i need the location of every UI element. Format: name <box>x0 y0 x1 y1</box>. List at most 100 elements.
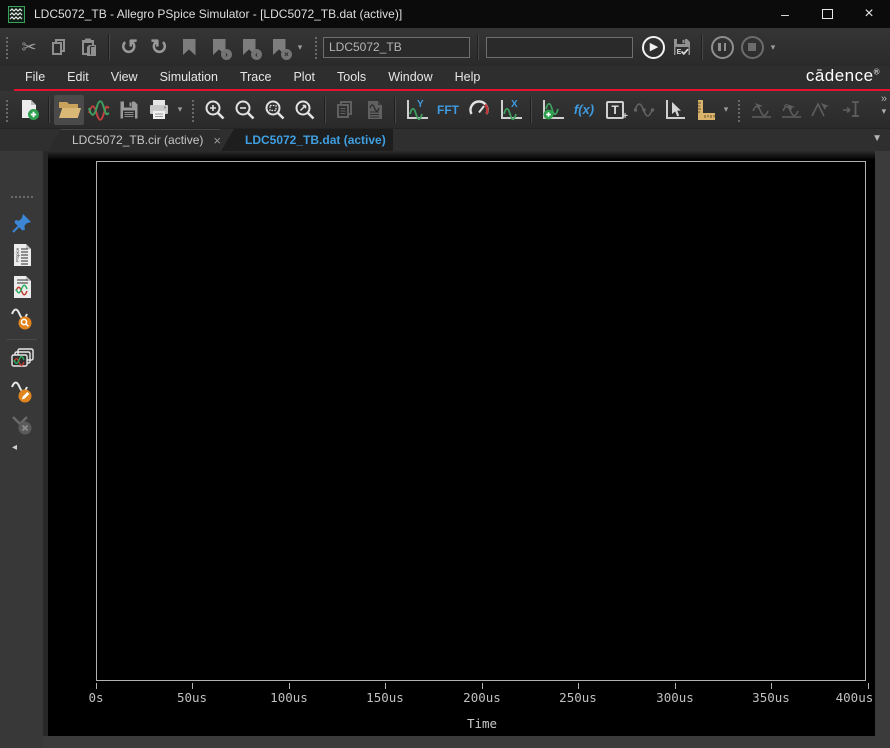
cursor-next-trace-button[interactable] <box>776 95 806 125</box>
toolbar-grip[interactable] <box>314 35 319 59</box>
chevron-down-icon: ▾ <box>771 42 776 53</box>
save-results-button[interactable]: E <box>667 32 697 62</box>
menu-file[interactable]: File <box>14 70 56 84</box>
clear-bookmarks-button[interactable]: × <box>264 32 294 62</box>
next-bookmark-button[interactable]: › <box>204 32 234 62</box>
cadence-logo: cādence® <box>806 66 880 86</box>
ruler-dropdown[interactable]: ▾ <box>720 104 732 115</box>
delete-trace-button[interactable] <box>7 410 37 438</box>
menu-view[interactable]: View <box>100 70 149 84</box>
minimize-button[interactable]: – <box>764 0 806 28</box>
select-cursor-button[interactable] <box>660 95 690 125</box>
cut-button[interactable]: ✂ <box>14 32 44 62</box>
toolbar-grip[interactable] <box>191 98 196 122</box>
zoom-area-button[interactable] <box>290 95 320 125</box>
toolbar-grip[interactable] <box>5 35 10 59</box>
undo-button[interactable]: ↺ <box>114 32 144 62</box>
document-tab-bar: LDC5072_TB.cir (active) × LDC5072_TB.dat… <box>0 129 890 151</box>
mark-data-points-button[interactable] <box>630 95 660 125</box>
collapse-icon: ◂ <box>12 442 17 453</box>
add-trace-button[interactable] <box>536 95 568 125</box>
toolbar-separator <box>108 34 110 60</box>
print-dropdown[interactable]: ▾ <box>174 104 186 115</box>
x-axis-label: 200us <box>463 690 501 705</box>
run-button[interactable]: ▶ <box>639 32 667 62</box>
waveforms-icon <box>87 98 111 122</box>
copy-button[interactable] <box>44 32 74 62</box>
save-button[interactable] <box>114 95 144 125</box>
new-file-button[interactable] <box>14 95 44 125</box>
cursor-trace-icon <box>749 98 773 122</box>
previous-bookmark-button[interactable]: ‹ <box>234 32 264 62</box>
simulation-file-button[interactable]: PSpice <box>7 241 37 269</box>
run-command-input[interactable] <box>486 37 633 58</box>
run-icon: ▶ <box>642 36 665 59</box>
plot-area[interactable] <box>96 161 866 681</box>
waveform-viewer: 0s 50us 100us 150us 200us 250us 300us 35… <box>48 151 875 736</box>
dotted-wave-icon <box>633 98 657 122</box>
pause-button[interactable] <box>707 32 737 62</box>
print-button[interactable] <box>144 95 174 125</box>
view-simulation-results-button[interactable] <box>84 95 114 125</box>
tab-close-icon[interactable]: × <box>396 134 404 147</box>
performance-analysis-button[interactable] <box>464 95 494 125</box>
toolbar-plot: ▾ <box>0 91 890 129</box>
tab-list-dropdown[interactable]: ▼ <box>872 133 882 144</box>
zoom-fit-button[interactable] <box>260 95 290 125</box>
open-file-button[interactable] <box>54 95 84 125</box>
toolbar-grip[interactable] <box>737 98 742 122</box>
x-axis-tick <box>96 683 97 689</box>
chevron-down-icon: ▾ <box>882 105 887 117</box>
copy-pages-button[interactable] <box>330 95 360 125</box>
stop-button[interactable] <box>737 32 767 62</box>
text-label-button[interactable]: T+ <box>600 95 630 125</box>
menu-trace[interactable]: Trace <box>229 70 283 84</box>
maximize-button[interactable] <box>806 0 848 28</box>
simulation-profile-input[interactable] <box>323 37 470 58</box>
run-dropdown[interactable]: ▾ <box>767 42 779 53</box>
menu-window[interactable]: Window <box>377 70 443 84</box>
output-file-button[interactable] <box>7 273 37 301</box>
close-button[interactable]: × <box>848 0 890 28</box>
toolbar-grip[interactable] <box>5 98 10 122</box>
tab-cir-file[interactable]: LDC5072_TB.cir (active) × <box>48 129 220 151</box>
bookmark-button[interactable] <box>174 32 204 62</box>
cursor-peak-button[interactable] <box>806 95 836 125</box>
paste-button[interactable] <box>74 32 104 62</box>
toolbar-overflow[interactable]: » ▾ <box>881 93 887 117</box>
title-bar: LDC5072_TB - Allegro PSpice Simulator - … <box>0 0 890 28</box>
tab-close-icon[interactable]: × <box>213 134 221 147</box>
minimize-icon: – <box>781 6 789 22</box>
toolbar-separator <box>394 97 396 123</box>
pin-button[interactable] <box>7 209 37 237</box>
cursor-trace-button[interactable] <box>746 95 776 125</box>
menu-plot[interactable]: Plot <box>282 70 326 84</box>
tab-dat-file[interactable]: LDC5072_TB.dat (active) × <box>221 129 393 151</box>
cursor-point-button[interactable] <box>836 95 866 125</box>
zoom-in-button[interactable] <box>200 95 230 125</box>
evaluate-function-button[interactable]: f(x) <box>568 95 600 125</box>
zoom-out-icon <box>233 98 257 122</box>
measurement-ruler-button[interactable] <box>690 95 720 125</box>
cursor-point-icon <box>839 98 863 122</box>
edit-trace-button[interactable] <box>7 378 37 406</box>
x-axis-button[interactable]: X <box>494 95 526 125</box>
menu-simulation[interactable]: Simulation <box>149 70 229 84</box>
edit-trace-icon <box>10 379 34 405</box>
menu-tools[interactable]: Tools <box>326 70 377 84</box>
close-icon: × <box>864 5 873 23</box>
sidebar-grip[interactable] <box>10 195 34 199</box>
bookmark-dropdown[interactable]: ▾ <box>294 42 306 53</box>
fft-button[interactable]: FFT <box>432 95 464 125</box>
stop-icon <box>741 36 764 59</box>
y-axis-button[interactable]: Y <box>400 95 432 125</box>
zoom-out-button[interactable] <box>230 95 260 125</box>
plot-windows-button[interactable] <box>7 346 37 374</box>
menu-help[interactable]: Help <box>444 70 492 84</box>
menu-edit[interactable]: Edit <box>56 70 100 84</box>
search-trace-button[interactable] <box>7 305 37 333</box>
collapse-sidebar-button[interactable]: ◂ <box>0 442 17 453</box>
x-axis-tick <box>868 683 869 689</box>
redo-button[interactable]: ↻ <box>144 32 174 62</box>
copy-page-waveform-button[interactable] <box>360 95 390 125</box>
